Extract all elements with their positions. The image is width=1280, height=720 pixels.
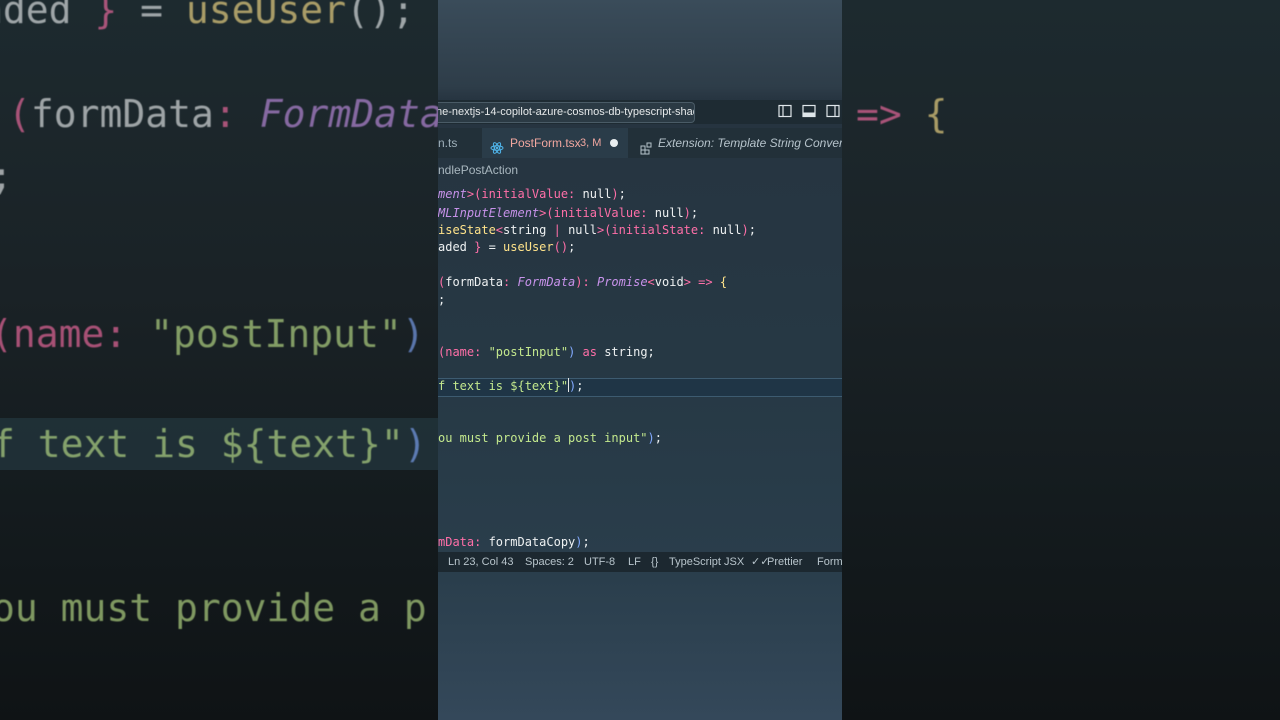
breadcrumb[interactable]: ndlePostAction xyxy=(438,160,518,180)
code-line: iseState<string | null>(initialState: nu… xyxy=(438,223,756,237)
eol-setting[interactable]: LF xyxy=(628,552,641,572)
code-line: mData: formDataCopy); xyxy=(438,535,590,549)
code-line: aded } = useUser(); xyxy=(438,240,576,254)
backdrop-line: aded } = useUser(); xyxy=(0,0,415,32)
command-center-search[interactable]: ne-nextjs-14-copilot-azure-cosmos-db-typ… xyxy=(438,102,695,123)
code-line: ou must provide a post input"); xyxy=(438,431,662,445)
backdrop-line: (formData: FormData xyxy=(8,92,438,136)
code-editor[interactable]: ment>(initialValue: null); MLInputElemen… xyxy=(438,186,842,550)
backdrop-line: ; xyxy=(0,154,13,198)
backdrop-left: aded } = useUser(); (formData: FormData … xyxy=(0,0,438,720)
tab-ts-file[interactable]: n.ts xyxy=(438,128,457,158)
indentation-setting[interactable]: Spaces: 2 xyxy=(525,552,574,572)
backdrop-line: (name: "postInput") xyxy=(0,312,425,356)
tab-bar: n.ts PostForm.tsx 3, M Extension: Templa… xyxy=(438,128,842,158)
tab-problems-badge: 3, M xyxy=(580,137,602,149)
toggle-secondary-sidebar-icon[interactable] xyxy=(826,104,840,118)
cursor-position[interactable]: Ln 23, Col 43 xyxy=(448,552,513,572)
editor-window: ne-nextjs-14-copilot-azure-cosmos-db-typ… xyxy=(438,0,842,720)
code-line-active: f text is ${text}"); xyxy=(438,378,584,393)
backdrop-line: => { xyxy=(856,92,948,136)
toggle-primary-sidebar-icon[interactable] xyxy=(778,104,792,118)
backdrop-line: f text is ${text}") xyxy=(0,422,427,466)
code-line: ; xyxy=(438,293,446,307)
prettier-status[interactable]: Prettier xyxy=(767,552,802,572)
language-braces-icon: {} xyxy=(651,556,659,568)
code-line: (formData: FormData): Promise<void> => { xyxy=(438,275,728,289)
extensions-icon xyxy=(640,136,653,166)
toggle-panel-icon[interactable] xyxy=(802,104,816,118)
backdrop-right: => { xyxy=(842,0,1280,720)
unsaved-dot-icon[interactable] xyxy=(610,139,618,147)
tab-label: PostForm.tsx xyxy=(510,136,581,150)
code-line: (name: "postInput") as string; xyxy=(438,345,655,359)
status-item-form[interactable]: Form xyxy=(817,552,842,572)
code-line: ment>(initialValue: null); xyxy=(438,187,626,201)
encoding-setting[interactable]: UTF-8 xyxy=(584,552,615,572)
tab-label: Extension: Template String Converter xyxy=(658,136,842,150)
code-line: MLInputElement>(initialValue: null); xyxy=(438,206,699,220)
status-bar: Ln 23, Col 43 Spaces: 2 UTF-8 LF {} Type… xyxy=(438,552,842,572)
backdrop-line: ou must provide a p xyxy=(0,586,427,630)
title-bar: ne-nextjs-14-copilot-azure-cosmos-db-typ… xyxy=(438,100,842,124)
tab-label: n.ts xyxy=(438,136,458,150)
language-mode[interactable]: TypeScript JSX xyxy=(669,552,744,572)
tab-postform[interactable]: PostForm.tsx 3, M xyxy=(482,128,628,158)
layout-controls xyxy=(778,104,840,118)
